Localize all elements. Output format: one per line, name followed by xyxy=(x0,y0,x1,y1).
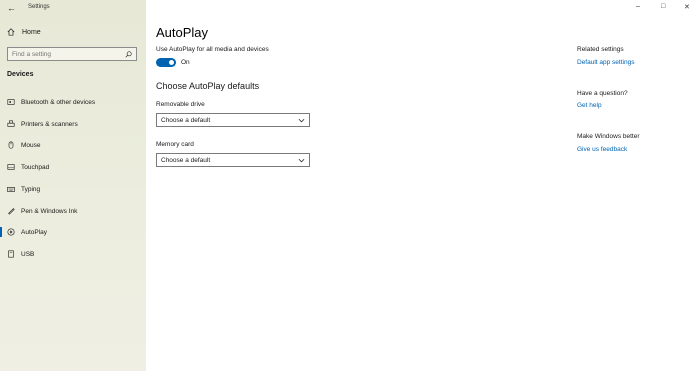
memory-card-value: Choose a default xyxy=(161,156,211,164)
pen-icon xyxy=(7,207,15,215)
sidebar-item-label: Mouse xyxy=(21,141,41,149)
sidebar-item-touchpad[interactable]: Touchpad xyxy=(0,160,146,174)
back-arrow-icon[interactable]: ← xyxy=(7,3,16,13)
sidebar-item-label: AutoPlay xyxy=(21,228,48,236)
search-box[interactable] xyxy=(7,47,137,61)
chevron-down-icon xyxy=(298,118,305,122)
sidebar-item-pen[interactable]: Pen & Windows Ink xyxy=(0,204,146,218)
keyboard-icon xyxy=(7,185,15,193)
maximize-button[interactable]: □ xyxy=(661,3,665,10)
section-title: Devices xyxy=(7,71,34,78)
chevron-down-icon xyxy=(298,158,305,162)
related-settings-heading: Related settings xyxy=(577,46,624,53)
sidebar: ← Settings Home Devices Bluetooth & othe… xyxy=(0,0,146,371)
printer-icon xyxy=(7,120,15,128)
get-help-link[interactable]: Get help xyxy=(577,102,602,109)
search-input[interactable] xyxy=(12,50,125,58)
usb-icon xyxy=(7,250,15,258)
sidebar-item-label: Printers & scanners xyxy=(21,120,78,128)
memory-card-dropdown[interactable]: Choose a default xyxy=(156,153,310,167)
sidebar-item-label: Touchpad xyxy=(21,163,50,171)
sidebar-item-label: Typing xyxy=(21,185,41,193)
sidebar-item-typing[interactable]: Typing xyxy=(0,182,146,196)
make-windows-better-heading: Make Windows better xyxy=(577,133,640,140)
removable-drive-value: Choose a default xyxy=(161,116,211,124)
removable-drive-label: Removable drive xyxy=(156,101,205,108)
sidebar-item-mouse[interactable]: Mouse xyxy=(0,138,146,152)
feedback-link[interactable]: Give us feedback xyxy=(577,146,627,153)
page-title: AutoPlay xyxy=(156,25,209,40)
search-icon[interactable] xyxy=(125,50,132,58)
sidebar-item-bluetooth[interactable]: Bluetooth & other devices xyxy=(0,95,146,109)
toggle-knob xyxy=(169,60,174,65)
window-title: Settings xyxy=(28,4,50,10)
memory-card-label: Memory card xyxy=(156,141,194,148)
touchpad-icon xyxy=(7,163,15,171)
home-label: Home xyxy=(22,28,41,36)
minimize-button[interactable]: – xyxy=(636,3,640,10)
autoplay-icon xyxy=(7,228,15,236)
sidebar-item-autoplay[interactable]: AutoPlay xyxy=(0,225,146,239)
close-button[interactable]: ✕ xyxy=(684,3,690,11)
toggle-state-label: On xyxy=(181,59,190,66)
default-app-settings-link[interactable]: Default app settings xyxy=(577,59,634,66)
autoplay-toggle-description: Use AutoPlay for all media and devices xyxy=(156,46,269,53)
bluetooth-icon xyxy=(7,98,15,106)
mouse-icon xyxy=(7,141,15,149)
sidebar-item-label: Pen & Windows Ink xyxy=(21,207,78,215)
sidebar-item-label: Bluetooth & other devices xyxy=(21,98,96,106)
home-link[interactable]: Home xyxy=(7,28,41,36)
sidebar-item-usb[interactable]: USB xyxy=(0,247,146,261)
question-heading: Have a question? xyxy=(577,90,628,97)
home-icon xyxy=(7,28,15,36)
defaults-heading: Choose AutoPlay defaults xyxy=(156,81,260,91)
removable-drive-dropdown[interactable]: Choose a default xyxy=(156,113,310,127)
sidebar-item-label: USB xyxy=(21,250,35,258)
sidebar-item-printers[interactable]: Printers & scanners xyxy=(0,117,146,131)
autoplay-toggle[interactable] xyxy=(156,58,176,67)
